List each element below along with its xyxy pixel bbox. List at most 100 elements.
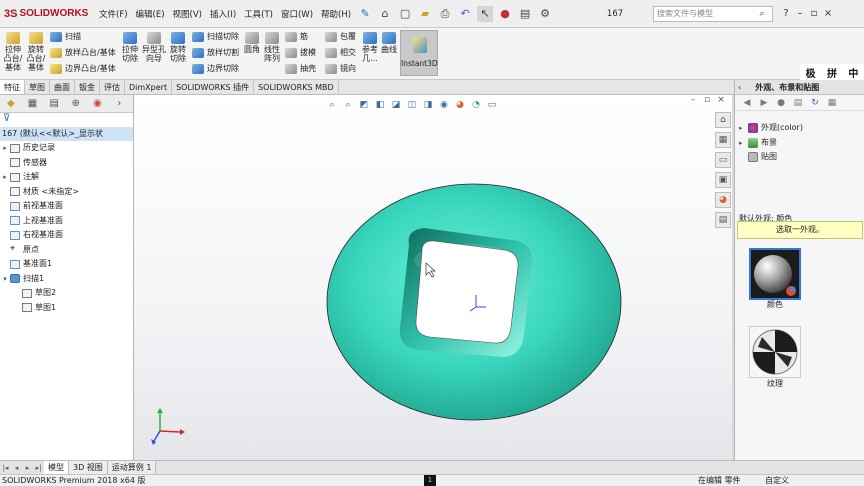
tree-item-origin[interactable]: ⌖ 原点 — [0, 243, 133, 258]
file-explorer-tab-icon[interactable]: ▭ — [715, 152, 731, 168]
menu-window[interactable]: 窗口(W) — [277, 8, 317, 20]
sweep-cut-button[interactable]: 扫描切除 — [192, 31, 239, 42]
expand-arrow-icon[interactable]: ▸ — [739, 124, 748, 132]
tab-sketch[interactable]: 草图 — [25, 80, 50, 94]
tree-item-top-plane[interactable]: 上视基准面 — [0, 214, 133, 229]
shell-button[interactable]: 抽壳 — [285, 63, 316, 74]
extrude-boss-button[interactable]: 拉伸凸台/基体 — [2, 32, 24, 72]
design-library-tab-icon[interactable]: ▦ — [715, 132, 731, 148]
configuration-tab-icon[interactable]: ▤ — [46, 97, 62, 111]
tab-3d-views[interactable]: 3D 视图 — [69, 461, 108, 474]
menu-tools[interactable]: 工具(T) — [240, 8, 277, 20]
extrude-cut-button[interactable]: 拉伸切除 — [120, 32, 140, 63]
draft-button[interactable]: 拔模 — [285, 47, 316, 58]
last-tab-icon[interactable]: ▸| — [33, 461, 44, 474]
search-input[interactable]: 搜索文件与模型 — [657, 8, 713, 19]
rebuild-icon[interactable]: ▤ — [517, 6, 533, 22]
curves-button[interactable]: 曲线 — [380, 32, 398, 54]
tab-evaluate[interactable]: 评估 — [100, 80, 125, 94]
prev-tab-icon[interactable]: ◂ — [11, 461, 22, 474]
add-folder-icon[interactable]: ▤ — [792, 97, 804, 109]
new-document-icon[interactable]: ▢ — [397, 6, 413, 22]
loft-boss-button[interactable]: 放样凸台/基体 — [50, 47, 116, 58]
tree-item-front-plane[interactable]: 前视基准面 — [0, 199, 133, 214]
pane-back-icon[interactable]: ‹ — [738, 83, 741, 92]
wrap-button[interactable]: 包覆 — [325, 31, 356, 42]
reference-geometry-button[interactable]: 参考几... — [360, 32, 380, 63]
scene-tree-item[interactable]: ▸ 布景 — [739, 137, 777, 148]
undo-icon[interactable]: ↶ — [457, 6, 473, 22]
close-button[interactable]: × — [821, 8, 835, 19]
appearances-tab-icon[interactable]: ◕ — [715, 192, 731, 208]
decal-tree-item[interactable]: 贴图 — [739, 151, 777, 162]
print-icon[interactable]: ⎙ — [437, 6, 453, 22]
instant3d-button[interactable]: Instant3D — [400, 30, 438, 76]
tab-solidworks-addins[interactable]: SOLIDWORKS 插件 — [172, 80, 255, 94]
menu-view[interactable]: 视图(V) — [169, 8, 206, 20]
options-icon[interactable]: ▦ — [826, 97, 838, 109]
texture-thumbnail[interactable] — [749, 326, 801, 378]
tree-item-sketch2[interactable]: 草图2 — [0, 286, 133, 301]
custom-properties-tab-icon[interactable]: ▤ — [715, 212, 731, 228]
ime-mode-ji[interactable]: 极 — [806, 65, 816, 80]
ime-mode-pin[interactable]: 拼 — [827, 65, 837, 80]
tree-item-right-plane[interactable]: 右视基准面 — [0, 228, 133, 243]
tree-root-part[interactable]: 167 (默认<<默认>_显示状 — [0, 127, 133, 141]
first-tab-icon[interactable]: |◂ — [0, 461, 11, 474]
mirror-button[interactable]: 镜向 — [325, 63, 356, 74]
restore-button[interactable]: ▫ — [807, 8, 821, 19]
torus-ring[interactable] — [326, 183, 622, 421]
solidworks-resources-tab-icon[interactable]: ⌂ — [715, 112, 731, 128]
rib-button[interactable]: 筋 — [285, 31, 308, 42]
select-arrow-icon[interactable]: ↖ — [477, 5, 494, 22]
feature-tree-tab-icon[interactable]: ◆ — [3, 97, 19, 111]
tree-item-sketch1[interactable]: 草图1 — [0, 301, 133, 316]
boundary-boss-button[interactable]: 边界凸台/基体 — [50, 63, 116, 74]
next-tab-icon[interactable]: ▸ — [22, 461, 33, 474]
boundary-cut-button[interactable]: 边界切除 — [192, 63, 239, 74]
minimize-button[interactable]: – — [793, 8, 807, 19]
tab-features[interactable]: 特征 — [0, 80, 25, 94]
tree-item-sensors[interactable]: 传感器 — [0, 156, 133, 171]
expand-arrow-icon[interactable]: ▾ — [0, 272, 10, 287]
menu-help[interactable]: 帮助(H) — [317, 8, 355, 20]
tab-surfaces[interactable]: 曲面 — [50, 80, 75, 94]
appearance-tree-item[interactable]: ▸ 外观(color) — [739, 122, 803, 133]
options-gear-icon[interactable]: ⚙ — [537, 6, 553, 22]
revolve-cut-button[interactable]: 旋转切除 — [168, 32, 188, 63]
dimxpert-tab-icon[interactable]: ⊕ — [68, 97, 84, 111]
tab-model[interactable]: 模型 — [44, 461, 69, 474]
tree-item-sweep1[interactable]: ▾ 扫描1 — [0, 272, 133, 287]
expand-arrow-icon[interactable]: ▸ — [739, 139, 748, 147]
hole-wizard-button[interactable]: 异型孔向导 — [142, 32, 166, 63]
pin-icon[interactable]: ✎ — [357, 6, 373, 22]
tab-solidworks-mbd[interactable]: SOLIDWORKS MBD — [254, 80, 339, 94]
status-units-custom[interactable]: 自定义 — [765, 475, 789, 486]
view-palette-tab-icon[interactable]: ▣ — [715, 172, 731, 188]
intersect-button[interactable]: 相交 — [325, 47, 356, 58]
display-manager-tab-icon[interactable]: ◉ — [90, 97, 106, 111]
property-manager-tab-icon[interactable]: ▦ — [25, 97, 41, 111]
revolve-boss-button[interactable]: 旋转凸台/基体 — [25, 32, 47, 72]
tab-dimxpert[interactable]: DimXpert — [125, 80, 173, 94]
solidworks-logo[interactable]: 3S SOLIDWORKS — [0, 0, 95, 28]
home-icon[interactable]: ⌂ — [377, 6, 393, 22]
tree-item-plane1[interactable]: 基准面1 — [0, 257, 133, 272]
search-box[interactable]: 搜索文件与模型 ⌕ — [653, 5, 774, 22]
help-question-icon[interactable]: ? — [779, 8, 793, 19]
sweep-button[interactable]: 扫描 — [50, 31, 81, 42]
filter-icon[interactable]: ⊽ — [0, 113, 133, 127]
tree-item-annotations[interactable]: ▸ 注解 — [0, 170, 133, 185]
color-thumbnail[interactable] — [749, 248, 801, 300]
fillet-button[interactable]: 圆角 — [243, 32, 261, 54]
menu-insert[interactable]: 插入(I) — [206, 8, 240, 20]
traffic-light-icon[interactable]: ● — [497, 6, 513, 22]
graphics-viewport[interactable]: ⌕ ⌕ ◩ ◧ ◪ ◫ ◨ ◉ ◕ ◔ ▭ – ▫ × — [134, 95, 732, 460]
expand-arrow-icon[interactable]: ▸ — [0, 170, 10, 185]
back-icon[interactable]: ◀ — [741, 97, 753, 109]
model-render[interactable] — [134, 95, 732, 460]
loft-cut-button[interactable]: 放样切割 — [192, 47, 239, 58]
home-icon[interactable]: ● — [775, 97, 787, 109]
refresh-icon[interactable]: ↻ — [809, 97, 821, 109]
menu-file[interactable]: 文件(F) — [95, 8, 132, 20]
